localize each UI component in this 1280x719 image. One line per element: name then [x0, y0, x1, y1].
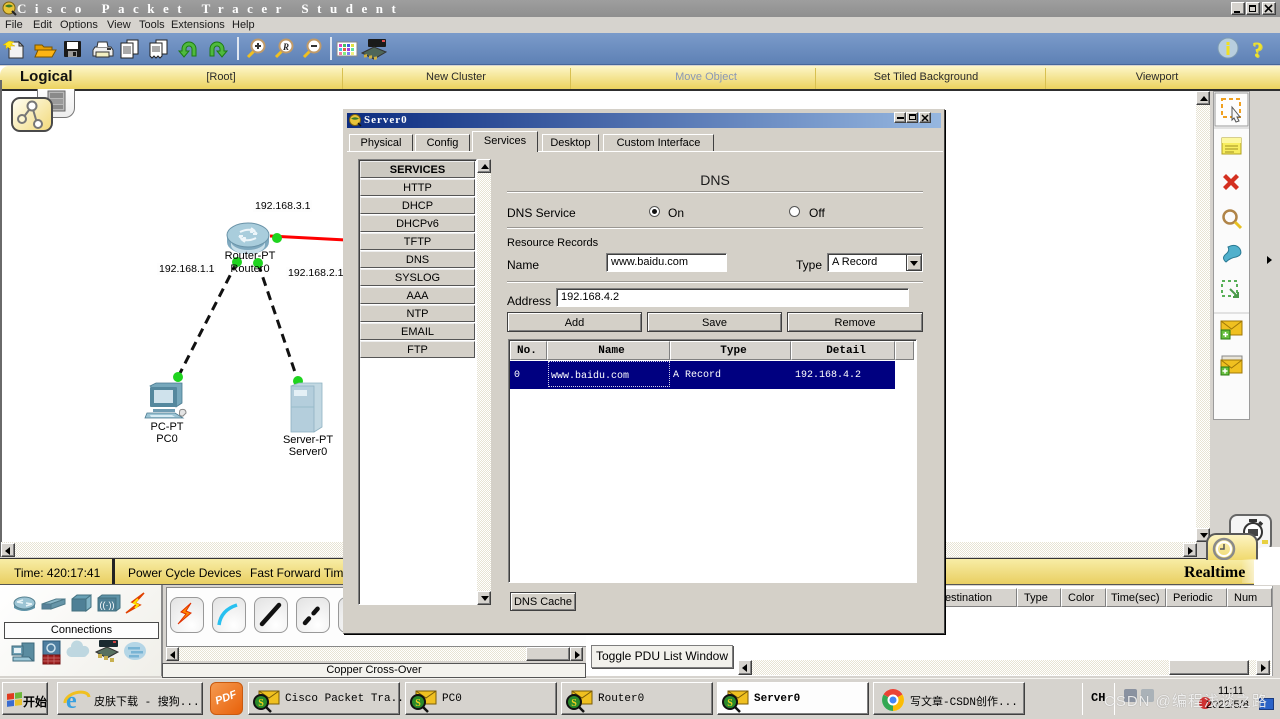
svg-text:S: S: [415, 698, 421, 709]
svg-text:((·)): ((·)): [100, 600, 115, 610]
svg-text:R: R: [282, 42, 289, 52]
svg-text:?: ?: [1253, 38, 1264, 63]
svg-text:S: S: [571, 698, 577, 709]
svg-text:S: S: [258, 698, 264, 709]
svg-text:S: S: [727, 698, 733, 709]
